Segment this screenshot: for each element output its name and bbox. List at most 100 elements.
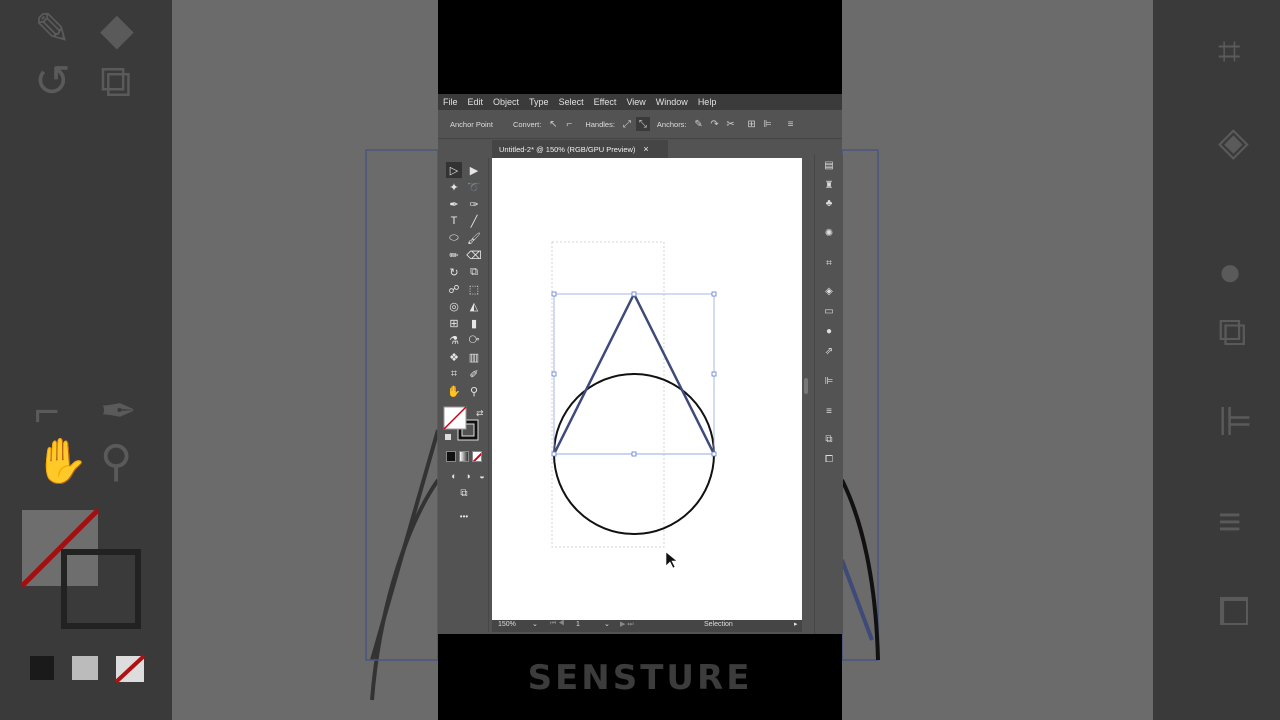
status-menu-icon[interactable]: ▸ bbox=[794, 620, 798, 628]
isolate-icon[interactable]: ⊞ bbox=[745, 117, 759, 131]
menu-select[interactable]: Select bbox=[554, 97, 589, 107]
menu-object[interactable]: Object bbox=[488, 97, 524, 107]
menu-view[interactable]: View bbox=[621, 97, 650, 107]
artboard-number[interactable]: 1 bbox=[576, 621, 580, 628]
vertical-scrollbar[interactable] bbox=[802, 158, 810, 620]
none-button[interactable] bbox=[472, 451, 482, 462]
eyedropper-icon[interactable]: ⚗ bbox=[446, 332, 462, 348]
shape-builder-icon[interactable]: ◎ bbox=[446, 298, 462, 314]
gradient-panel-icon[interactable]: ▭ bbox=[821, 304, 837, 318]
artboard-tool-icon[interactable]: ⌗ bbox=[446, 366, 462, 382]
ghost-icon-r6: ≡ bbox=[1218, 500, 1242, 544]
toolbar: ▷ ▶ ✦ ➰ ✒ ✑ T ╱ ⬭ 🖌 ✏ ⌫ ↻ ⧉ ☍ ⬚ ◎ ◭ ⊞ ▮ … bbox=[440, 158, 489, 632]
zoom-tool-icon[interactable]: ⚲ bbox=[466, 383, 482, 399]
ghost-icon-2: ◆ bbox=[100, 5, 134, 54]
tool-name-label: Anchor Point bbox=[450, 119, 493, 129]
symbol-sprayer-icon[interactable]: ❖ bbox=[446, 349, 462, 365]
perspective-grid-icon[interactable]: ◭ bbox=[466, 298, 482, 314]
right-panel-dock: ▤ ♜ ♣ ✺ ⌗ ◈ ▭ ● ⇗ ⊫ ≡ ⧉ ⧠ bbox=[814, 154, 843, 634]
libraries-panel-icon[interactable]: ♜ bbox=[821, 178, 837, 192]
menu-type[interactable]: Type bbox=[524, 97, 554, 107]
hide-handles-icon[interactable]: ⤡ bbox=[635, 117, 650, 131]
magic-wand-icon[interactable]: ✦ bbox=[446, 179, 462, 195]
draw-inside-icon[interactable]: ◒ bbox=[474, 468, 490, 484]
menu-help[interactable]: Help bbox=[693, 97, 722, 107]
last-artboard-icon[interactable]: ▶ ⏭ bbox=[620, 620, 634, 629]
graph-tool-icon[interactable]: ▥ bbox=[466, 349, 482, 365]
hand-tool-icon[interactable]: ✋ bbox=[446, 383, 462, 399]
direct-selection-tool-icon[interactable]: ▷ bbox=[446, 162, 462, 178]
ghost-icon-r5: ⊫ bbox=[1218, 400, 1253, 444]
anchors-label: Anchors: bbox=[656, 119, 687, 129]
menu-window[interactable]: Window bbox=[651, 97, 693, 107]
ghost-icon-1: ✎ bbox=[34, 5, 71, 54]
pathfinder-panel-icon[interactable]: ⧉ bbox=[821, 432, 837, 446]
pen-tool-icon[interactable]: ✒ bbox=[446, 196, 462, 212]
artboard-dropdown-icon[interactable]: ⌄ bbox=[604, 620, 610, 628]
connect-anchor-icon[interactable]: ↷ bbox=[708, 117, 722, 131]
document-tab[interactable]: Untitled-2* @ 150% (RGB/GPU Preview) × bbox=[492, 140, 668, 158]
curvature-tool-icon[interactable]: ✑ bbox=[466, 196, 482, 212]
remove-anchor-icon[interactable]: ✎ bbox=[692, 117, 706, 131]
show-handles-icon[interactable]: ⤢ bbox=[620, 117, 634, 131]
properties-panel-icon[interactable]: ▤ bbox=[821, 158, 837, 172]
fill-stroke-swatches[interactable]: ⇄ bbox=[440, 404, 488, 450]
scale-tool-icon[interactable]: ⧉ bbox=[466, 264, 482, 280]
video-frame: File Edit Object Type Select Effect View… bbox=[438, 0, 843, 720]
svg-text:⇄: ⇄ bbox=[476, 409, 484, 419]
free-transform-icon[interactable]: ⬚ bbox=[466, 281, 482, 297]
ghost-icon-r4: ⧉ bbox=[1218, 310, 1247, 354]
eraser-icon[interactable]: ⌫ bbox=[466, 247, 482, 263]
blend-tool-icon[interactable]: ⧂ bbox=[466, 332, 482, 348]
convert-label: Convert: bbox=[512, 119, 542, 129]
line-tool-icon[interactable]: ╱ bbox=[466, 213, 482, 229]
symbols-panel-icon[interactable]: ♣ bbox=[821, 196, 837, 210]
align-icon[interactable]: ⊫ bbox=[761, 117, 775, 131]
convert-corner-icon[interactable]: ↖ bbox=[546, 117, 560, 131]
slice-tool-icon[interactable]: ✐ bbox=[466, 366, 482, 382]
zoom-dropdown-icon[interactable]: ⌄ bbox=[532, 620, 538, 628]
artboards-panel-icon[interactable]: ⧠ bbox=[821, 452, 837, 466]
color-button[interactable] bbox=[446, 451, 456, 462]
menu-effect[interactable]: Effect bbox=[589, 97, 622, 107]
edit-toolbar-icon[interactable]: ••• bbox=[456, 508, 472, 524]
background-right: ⌗ ◈ ● ⧉ ⊫ ≡ ⧠ bbox=[842, 0, 1280, 720]
layers-panel-icon[interactable]: ◈ bbox=[821, 284, 837, 298]
background-right-art bbox=[842, 149, 880, 661]
gradient-tool-icon[interactable]: ▮ bbox=[466, 315, 482, 331]
paintbrush-icon[interactable]: 🖌 bbox=[466, 230, 482, 246]
document-tab-bar: Untitled-2* @ 150% (RGB/GPU Preview) × bbox=[492, 140, 802, 158]
export-panel-icon[interactable]: ⇗ bbox=[821, 344, 837, 358]
zoom-level[interactable]: 150% bbox=[498, 621, 516, 628]
menu-edit[interactable]: Edit bbox=[463, 97, 489, 107]
scroll-thumb[interactable] bbox=[804, 378, 808, 394]
mesh-tool-icon[interactable]: ⊞ bbox=[446, 315, 462, 331]
first-artboard-icon[interactable]: ⏮ ◀ bbox=[550, 620, 565, 628]
align-panel-icon[interactable]: ⊫ bbox=[821, 374, 837, 388]
artboard[interactable] bbox=[492, 158, 802, 620]
warp-tool-icon[interactable]: ☍ bbox=[446, 281, 462, 297]
handles-label: Handles: bbox=[585, 119, 615, 129]
pencil-icon[interactable]: ✏ bbox=[446, 247, 462, 263]
screen-mode-icon[interactable]: ⧉ bbox=[456, 485, 472, 501]
close-tab-icon[interactable]: × bbox=[643, 144, 648, 154]
stroke-panel-icon[interactable]: ≡ bbox=[821, 404, 837, 418]
lasso-icon[interactable]: ➰ bbox=[466, 179, 482, 195]
options-menu-icon[interactable]: ≡ bbox=[784, 117, 798, 131]
selection-tool-icon[interactable]: ▶ bbox=[466, 162, 482, 178]
menu-bar: File Edit Object Type Select Effect View… bbox=[438, 94, 842, 110]
illustrator-window: File Edit Object Type Select Effect View… bbox=[438, 94, 843, 634]
ellipse-tool-icon[interactable]: ⬭ bbox=[446, 230, 462, 246]
menu-file[interactable]: File bbox=[438, 97, 463, 107]
gradient-button[interactable] bbox=[459, 451, 469, 462]
appearance-panel-icon[interactable]: ● bbox=[821, 324, 837, 338]
ghost-icon-r1: ⌗ bbox=[1218, 30, 1241, 74]
ghost-icon-r7: ⧠ bbox=[1218, 590, 1250, 634]
convert-smooth-icon[interactable]: ⌐ bbox=[562, 117, 576, 131]
transform-panel-icon[interactable]: ⌗ bbox=[821, 256, 837, 270]
cut-path-icon[interactable]: ✂ bbox=[724, 117, 738, 131]
rotate-tool-icon[interactable]: ↻ bbox=[446, 264, 462, 280]
type-tool-icon[interactable]: T bbox=[446, 213, 462, 229]
background-left-art bbox=[20, 149, 438, 701]
brushes-panel-icon[interactable]: ✺ bbox=[821, 226, 837, 240]
